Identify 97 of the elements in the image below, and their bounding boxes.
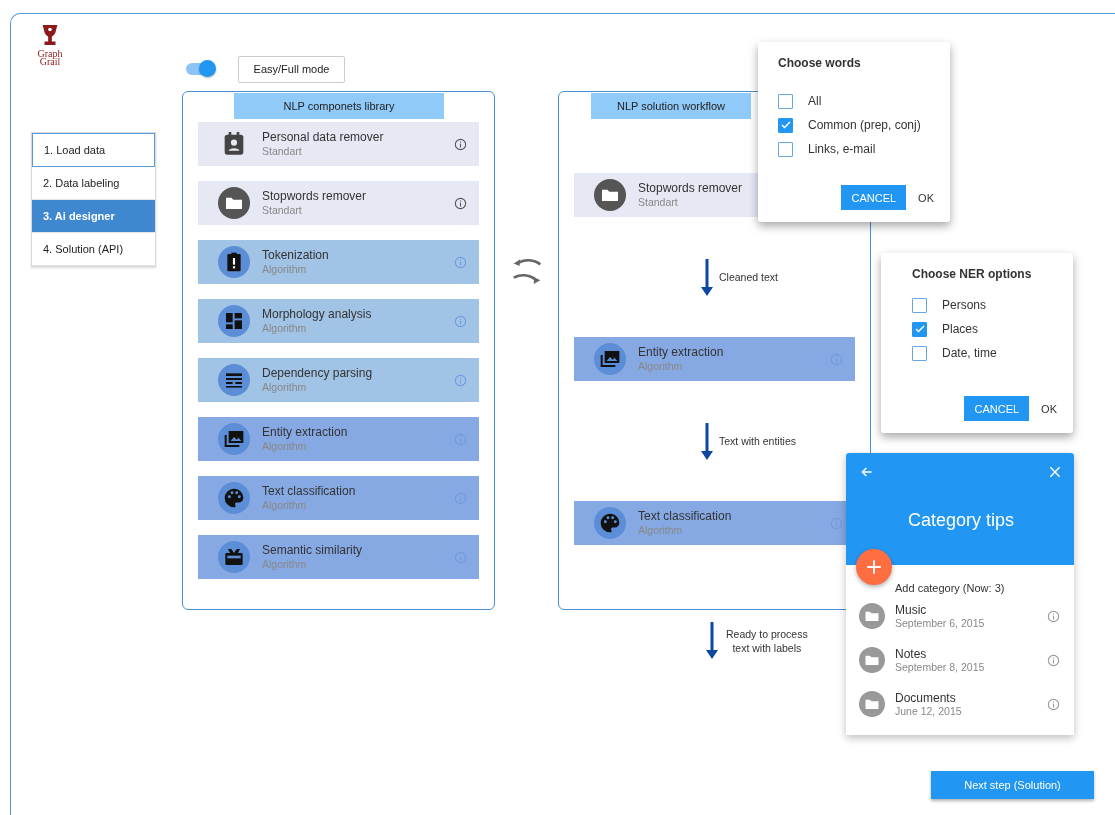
ok-button[interactable]: OK [914, 191, 938, 204]
info-icon [454, 314, 467, 328]
palette-icon [218, 482, 250, 514]
connector-label: Cleaned text [719, 271, 778, 283]
checkbox[interactable] [778, 117, 793, 133]
folder-icon [859, 691, 885, 717]
gift-icon [218, 541, 250, 573]
component-type: Algorithm [638, 524, 684, 537]
component-item[interactable]: Text classification Algorithm [198, 476, 479, 520]
palette-icon [594, 507, 626, 539]
category-date: September 6, 2015 [895, 616, 986, 629]
component-name: Entity extraction [638, 345, 725, 360]
component-item[interactable]: Stopwords remover Standart [198, 181, 479, 225]
component-name: Entity extraction [262, 425, 349, 440]
option-label: Places [942, 322, 979, 336]
component-item[interactable]: Entity extraction Algorithm [198, 417, 479, 461]
component-name: Personal data remover [262, 130, 385, 145]
component-name: Text classification [638, 509, 733, 524]
component-type: Algorithm [262, 381, 308, 394]
step-tab[interactable]: 4. Solution (API) [32, 233, 155, 266]
component-item[interactable]: Tokenization Algorithm [198, 240, 479, 284]
add-button[interactable] [856, 549, 892, 585]
option-label: All [808, 94, 822, 108]
component-type: Algorithm [262, 558, 308, 571]
ok-button[interactable]: OK [1037, 402, 1061, 415]
logo-text: Graph Grail [37, 50, 63, 66]
component-name: Stopwords remover [262, 189, 368, 204]
step-tab[interactable]: 1. Load data [32, 133, 155, 167]
info-icon [1047, 609, 1060, 623]
info-icon [454, 373, 467, 387]
category-date: June 12, 2015 [895, 704, 963, 717]
component-type: Algorithm [262, 322, 308, 335]
images-icon [594, 343, 626, 375]
category-item[interactable]: Notes September 8, 2015 [846, 638, 1074, 682]
option-label: Date, time [942, 346, 997, 360]
down-arrow [701, 258, 713, 296]
checkbox[interactable] [778, 141, 793, 157]
output-label: Ready to process text with labels [726, 626, 808, 655]
images-icon [218, 423, 250, 455]
component-name: Text classification [262, 484, 357, 499]
grid-icon [218, 305, 250, 337]
info-icon [454, 255, 467, 269]
category-title: Category tips [906, 510, 1016, 531]
folder-icon [859, 647, 885, 673]
add-category-label: Add category (Now: 3) [895, 582, 1006, 594]
mode-toggle[interactable] [186, 63, 214, 75]
down-arrow [701, 422, 713, 460]
dialog-title: Choose words [778, 56, 862, 70]
info-icon [1047, 697, 1060, 711]
component-name: Dependency parsing [262, 366, 374, 381]
category-name: Documents [895, 691, 957, 705]
component-type: Algorithm [262, 440, 308, 453]
down-arrow [706, 622, 718, 659]
component-name: Stopwords remover [638, 181, 744, 196]
close-icon [1048, 465, 1062, 479]
category-name: Notes [895, 647, 928, 661]
component-name: Morphology analysis [262, 307, 373, 322]
component-type: Algorithm [262, 263, 308, 276]
checkbox[interactable] [912, 321, 927, 337]
component-item[interactable]: Personal data remover Standart [198, 122, 479, 166]
plus-icon [865, 558, 883, 576]
connector-label: Text with entities [719, 435, 797, 447]
info-icon [454, 196, 467, 210]
component-type: Algorithm [638, 360, 684, 373]
step-tab[interactable]: 3. Ai designer [32, 200, 155, 233]
clipboard-icon [218, 246, 250, 278]
category-item[interactable]: Music September 6, 2015 [846, 594, 1074, 638]
category-item[interactable]: Documents June 12, 2015 [846, 682, 1074, 726]
category-name: Music [895, 603, 928, 617]
info-icon [1047, 653, 1060, 667]
option-label: Common (prep, conj) [808, 118, 921, 132]
component-item[interactable]: Semantic similarity Algorithm [198, 535, 479, 579]
component-type: Standart [262, 204, 303, 217]
checkbox[interactable] [912, 297, 927, 313]
component-name: Tokenization [262, 248, 330, 263]
lines-icon [218, 364, 250, 396]
folder-icon [218, 187, 250, 219]
folder-icon [594, 179, 626, 211]
checkbox[interactable] [912, 345, 927, 361]
component-name: Semantic similarity [262, 543, 364, 558]
info-icon [454, 137, 467, 151]
panel-header: NLP componets library [234, 93, 444, 119]
mode-button[interactable]: Easy/Full mode [238, 55, 345, 83]
option-label: Links, e-mail [808, 142, 876, 156]
component-item[interactable]: Entity extraction Algorithm [574, 337, 855, 381]
folder-icon [859, 603, 885, 629]
component-item[interactable]: Dependency parsing Algorithm [198, 358, 479, 402]
component-type: Algorithm [262, 499, 308, 512]
category-date: September 8, 2015 [895, 660, 986, 673]
component-type: Standart [638, 196, 679, 209]
component-item[interactable]: Morphology analysis Algorithm [198, 299, 479, 343]
component-type: Standart [262, 145, 303, 158]
panel-header: NLP solution workflow [591, 93, 751, 119]
back-arrow-icon [860, 465, 874, 479]
option-label: Persons [942, 298, 987, 312]
checkbox[interactable] [778, 93, 793, 109]
dialog-title: Choose NER options [912, 267, 1033, 281]
